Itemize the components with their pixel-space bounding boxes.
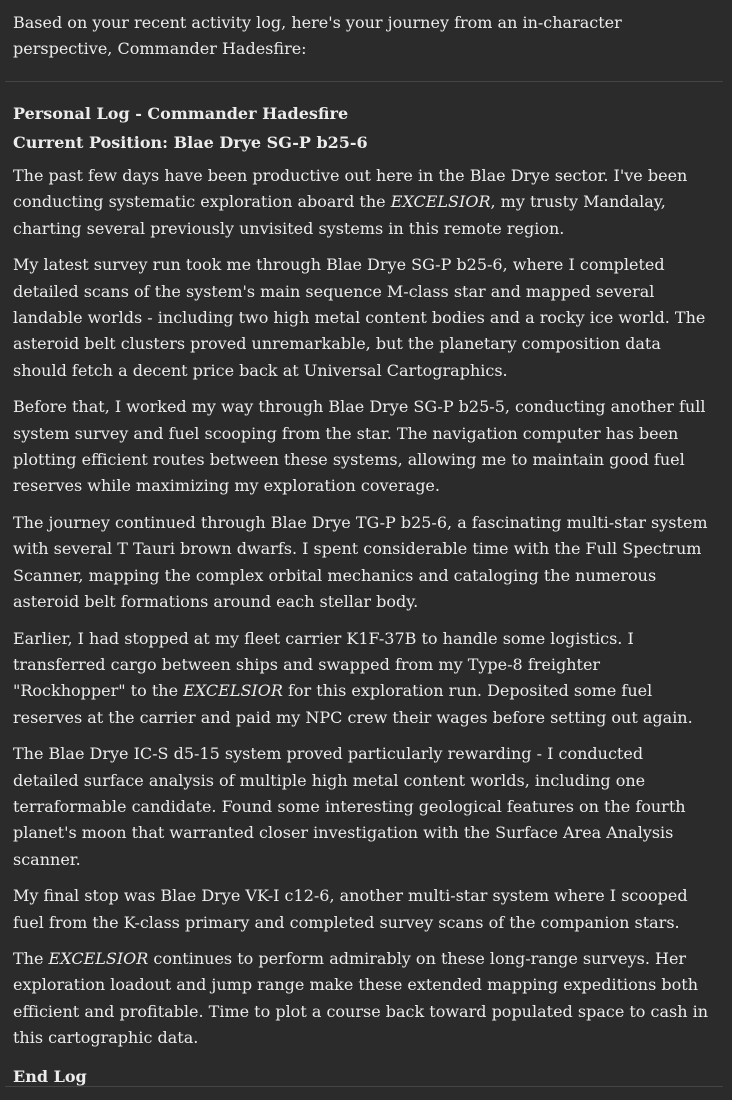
log-body: Personal Log - Commander Hadesfire Curre… bbox=[13, 99, 713, 1100]
intro-text: Based on your recent activity log, here'… bbox=[13, 13, 622, 58]
ship-name: EXCELSIOR bbox=[390, 192, 491, 212]
log-paragraph-7: My final stop was Blae Drye VK-I c12-6, … bbox=[13, 886, 688, 932]
paragraph-text: The bbox=[13, 948, 49, 968]
assistant-message: Based on your recent activity log, here'… bbox=[0, 0, 732, 1100]
divider-top bbox=[5, 81, 723, 82]
ship-name: EXCELSIOR bbox=[183, 681, 283, 701]
current-position: Current Position: Blae Drye SG-P b25-6 bbox=[13, 133, 368, 152]
log-paragraph-3: Before that, I worked my way through Bla… bbox=[13, 397, 706, 496]
log-paragraph-5: Earlier, I had stopped at my fleet carri… bbox=[13, 626, 713, 732]
ship-name: EXCELSIOR bbox=[48, 948, 149, 968]
divider-bottom bbox=[5, 1086, 723, 1087]
log-paragraph-6: The Blae Drye IC-S d5-15 system proved p… bbox=[13, 744, 686, 869]
log-paragraph-8: The EXCELSIOR continues to perform admir… bbox=[13, 946, 713, 1052]
log-paragraph-2: My latest survey run took me through Bla… bbox=[13, 255, 706, 380]
log-title: Personal Log - Commander Hadesfire bbox=[13, 104, 349, 123]
log-paragraph-4: The journey continued through Blae Drye … bbox=[13, 512, 708, 612]
log-paragraph-1: The past few days have been productive o… bbox=[13, 163, 713, 242]
